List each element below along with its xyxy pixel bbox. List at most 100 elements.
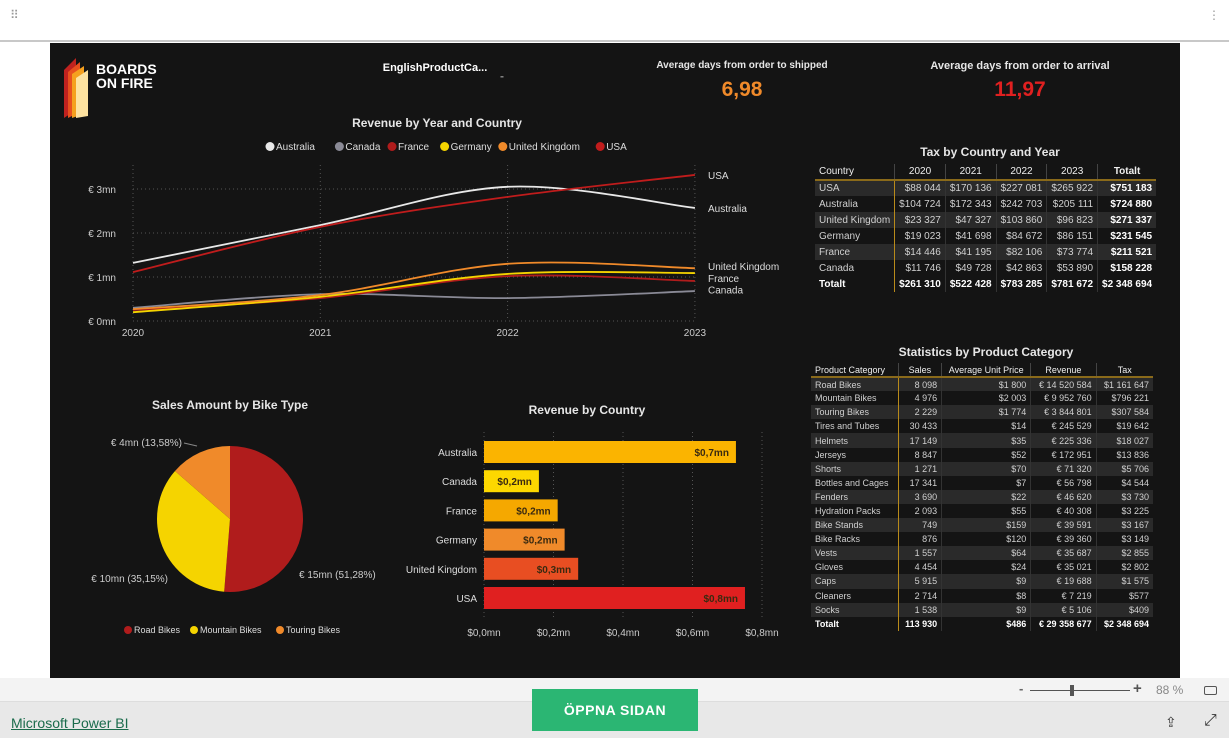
column-header[interactable]: Sales — [897, 363, 942, 379]
column-header[interactable]: Product Category — [811, 363, 899, 379]
table-cell: $205 111 — [1046, 196, 1098, 212]
table-cell: Bike Racks — [811, 532, 899, 547]
category-label: Australia — [438, 448, 477, 459]
table-cell: 4 454 — [897, 560, 942, 575]
table-cell: Caps — [811, 574, 899, 589]
table-cell: $1 575 — [1095, 574, 1153, 589]
table-cell: 17 149 — [897, 433, 942, 448]
table-cell: 30 433 — [897, 419, 942, 434]
table-cell: Bottles and Cages — [811, 475, 899, 490]
table-cell: Cleaners — [811, 588, 899, 603]
more-options-icon[interactable]: ⋮ — [1208, 9, 1221, 21]
bar-data-label: $0,3mn — [537, 565, 571, 576]
fit-to-page-icon[interactable] — [1204, 686, 1217, 695]
table-cell: $409 — [1095, 602, 1153, 617]
table-row: USA $88 044 $170 136 $227 081 $265 922 $751 1… — [815, 180, 1157, 196]
legend-marker — [498, 142, 508, 151]
table-cell: 2 714 — [897, 588, 942, 603]
pie-chart: Sales Amount by Bike Type € 15mn (51,28%)… — [91, 398, 375, 635]
column-header[interactable]: 2021 — [944, 164, 997, 181]
table-cell: $86 151 — [1046, 228, 1098, 244]
table-cell: € 14 520 584 — [1030, 377, 1097, 392]
table-row: Hydration Packs 2 093 $55 € 40 308 $3 225 — [811, 503, 1153, 519]
table-row: Australia $104 724 $172 343 $242 703 $205 11… — [815, 196, 1157, 212]
table-cell: $1 161 647 — [1095, 377, 1153, 392]
column-header[interactable]: Country — [815, 164, 895, 181]
table-cell: $172 343 — [944, 196, 997, 212]
table-cell: United Kingdom — [815, 212, 896, 228]
table-cell: € 35 687 — [1030, 546, 1097, 561]
legend-label: Australia — [276, 142, 315, 153]
table-cell: $3 167 — [1095, 518, 1153, 533]
category-label: United Kingdom — [406, 565, 477, 576]
legend-label: Touring Bikes — [286, 625, 341, 635]
table-cell: Bike Stands — [811, 518, 899, 533]
table-cell: 876 — [897, 532, 942, 547]
table-cell: Australia — [815, 196, 896, 212]
column-header[interactable]: Average Unit Price — [941, 363, 1031, 379]
table-cell: Road Bikes — [811, 377, 899, 392]
x-tick-label: 2023 — [684, 328, 707, 339]
table-row: Fenders 3 690 $22 € 46 620 $3 730 — [811, 489, 1153, 504]
table-cell: $11 746 — [894, 260, 946, 276]
table-cell: $3 225 — [1095, 503, 1153, 519]
table-cell: $41 195 — [944, 244, 997, 260]
table-row: Vests 1 557 $64 € 35 687 $2 855 — [811, 546, 1153, 561]
slicer-value[interactable]: - — [500, 69, 504, 83]
drag-handle-icon[interactable]: ⠿ — [10, 9, 20, 21]
table-cell: $751 183 — [1097, 180, 1157, 196]
zoom-slider-thumb[interactable] — [1070, 685, 1074, 696]
table-cell: $35 — [941, 433, 1031, 448]
column-header[interactable]: Totalt — [1097, 164, 1157, 181]
table-cell: $52 — [941, 447, 1031, 462]
table-cell: $14 446 — [894, 244, 946, 260]
bar-data-label: $0,2mn — [516, 506, 550, 517]
table-cell: $242 703 — [995, 196, 1047, 212]
table-cell: $211 521 — [1097, 244, 1157, 260]
total-row: Totalt $261 310 $522 428 $783 285 $781 672 $2… — [815, 276, 1157, 292]
column-header[interactable]: 2022 — [995, 164, 1047, 181]
column-header[interactable]: 2020 — [894, 164, 946, 181]
legend-marker — [190, 626, 198, 634]
column-header[interactable]: 2023 — [1046, 164, 1098, 181]
total-cell: $522 428 — [944, 276, 997, 292]
table-cell: 1 271 — [897, 461, 942, 476]
table-cell: $73 774 — [1046, 244, 1098, 260]
table-row: Bottles and Cages 17 341 $7 € 56 798 $4 544 — [811, 475, 1153, 490]
legend-marker — [124, 626, 132, 634]
chart-title: Sales Amount by Bike Type — [152, 398, 308, 412]
table-row: Touring Bikes 2 229 $1 774 € 3 844 801 $307 … — [811, 405, 1153, 420]
slice-label: € 15mn (51,28%) — [299, 570, 376, 581]
y-tick-label: € 0mn — [88, 317, 116, 328]
open-page-button[interactable]: ÖPPNA SIDAN — [532, 689, 698, 731]
column-header[interactable]: Tax — [1095, 363, 1153, 379]
table-cell: $271 337 — [1097, 212, 1157, 228]
table-cell: Fenders — [811, 489, 899, 504]
category-label: Canada — [442, 477, 477, 488]
table-cell: 8 098 — [897, 377, 942, 392]
zoom-out-button[interactable]: - — [1019, 681, 1023, 696]
table-cell: $19 023 — [894, 228, 946, 244]
legend-label: Canada — [345, 142, 380, 153]
table-cell: $82 106 — [995, 244, 1047, 260]
table-cell: $5 706 — [1095, 461, 1153, 476]
end-label: USA — [708, 171, 729, 182]
table-cell: € 19 688 — [1030, 574, 1097, 589]
zoom-in-button[interactable]: + — [1133, 680, 1142, 697]
logo: BOARDS ON FIRE — [64, 58, 157, 118]
top-bar: ⠿ ⋮ — [0, 0, 1229, 42]
zoom-slider[interactable] — [1030, 685, 1130, 696]
table-cell: Jerseys — [811, 447, 899, 462]
end-label: Australia — [708, 204, 747, 215]
table-cell: $307 584 — [1095, 405, 1153, 420]
kpi-shipped-label: Average days from order to shipped — [656, 60, 828, 71]
table-cell: € 7 219 — [1030, 588, 1097, 603]
fullscreen-icon[interactable]: ⤢ — [1204, 712, 1217, 730]
column-header[interactable]: Revenue — [1030, 363, 1097, 379]
legend-label: United Kingdom — [509, 142, 580, 153]
svg-text:ON FIRE: ON FIRE — [96, 75, 153, 91]
bar-data-label: $0,8mn — [704, 594, 738, 605]
power-bi-link[interactable]: Microsoft Power BI — [11, 715, 128, 731]
share-icon[interactable]: ⇪ — [1165, 714, 1177, 731]
table-cell: $231 545 — [1097, 228, 1157, 244]
